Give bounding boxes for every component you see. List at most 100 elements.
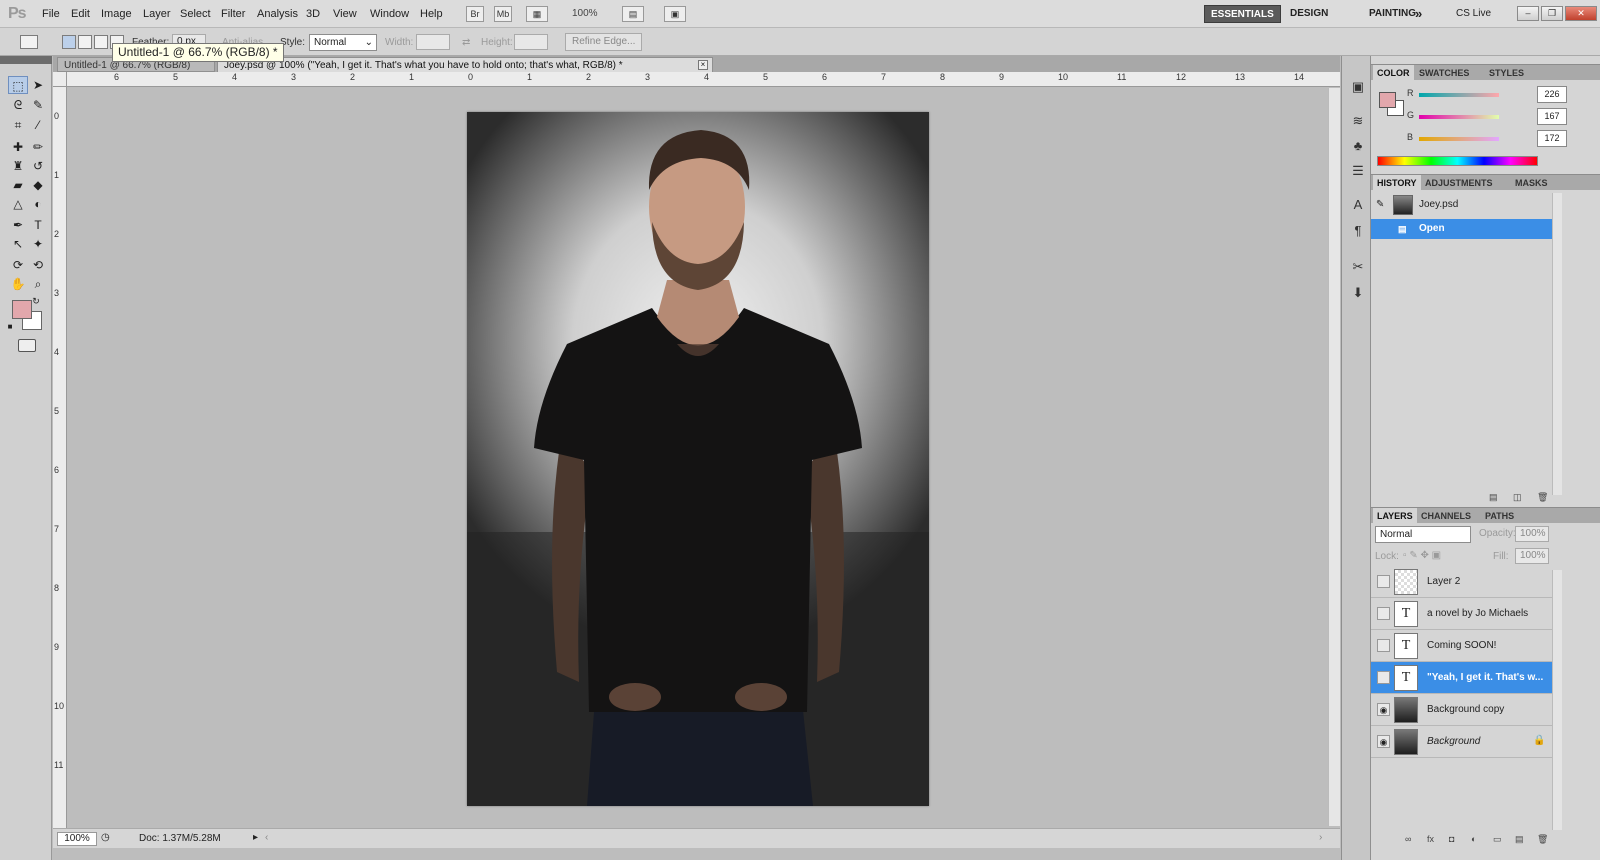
path-selection-tool-icon[interactable]: ↖ xyxy=(8,235,28,253)
visibility-toggle[interactable] xyxy=(1377,639,1390,652)
layer-row[interactable]: T Coming SOON! xyxy=(1371,630,1552,662)
visibility-toggle[interactable] xyxy=(1377,671,1390,684)
swap-dimensions-icon[interactable]: ⇄ xyxy=(462,37,470,48)
link-layers-icon[interactable]: ∞ xyxy=(1405,834,1411,844)
view-extras-icon[interactable]: ▦ xyxy=(526,6,548,22)
tab-color[interactable]: COLOR xyxy=(1373,65,1414,81)
screen-mode-icon[interactable]: ▣ xyxy=(664,6,686,22)
blue-track[interactable] xyxy=(1419,137,1499,141)
notes-icon[interactable]: ⬇ xyxy=(1349,284,1367,302)
tab-masks[interactable]: MASKS xyxy=(1511,175,1552,191)
new-group-icon[interactable]: ▭ xyxy=(1493,834,1502,845)
tab-styles[interactable]: STYLES xyxy=(1485,65,1528,81)
layer-row[interactable]: T "Yeah, I get it. That's w... xyxy=(1371,662,1552,694)
menu-layer[interactable]: Layer xyxy=(143,8,171,20)
tab-history[interactable]: HISTORY xyxy=(1373,175,1421,191)
quick-mask-button[interactable] xyxy=(18,339,36,352)
style-select[interactable]: Normal ⌄ xyxy=(309,34,377,51)
layer-row[interactable]: Layer 2 xyxy=(1371,566,1552,598)
launch-bridge-button[interactable]: Br xyxy=(466,6,484,22)
lock-pixels-icon[interactable]: ▫ ✎ ✥ ▣ xyxy=(1403,550,1441,561)
tools-3d-icon[interactable]: ✂ xyxy=(1349,258,1367,276)
3d-rotate-tool-icon[interactable]: ⟳ xyxy=(8,256,28,274)
crop-tool-icon[interactable]: ⌗ xyxy=(8,116,28,134)
status-menu-arrow-icon[interactable]: ▸ xyxy=(253,832,258,843)
delete-layer-icon[interactable]: 🗑 xyxy=(1537,834,1548,845)
foreground-color-swatch[interactable] xyxy=(12,300,32,319)
scroll-left-arrow-icon[interactable]: ‹ xyxy=(265,832,268,843)
history-brush-tool-icon[interactable]: ↺ xyxy=(28,157,48,175)
default-colors-icon[interactable]: ■ xyxy=(4,318,16,336)
layer-row[interactable]: T a novel by Jo Michaels xyxy=(1371,598,1552,630)
rectangular-marquee-tool-icon[interactable]: ⬚ xyxy=(8,76,28,94)
tab-adjustments[interactable]: ADJUSTMENTS xyxy=(1421,175,1497,191)
new-snapshot-icon[interactable]: ◫ xyxy=(1513,492,1522,503)
red-slider[interactable]: R 226 xyxy=(1407,86,1597,104)
brush-tool-icon[interactable]: ✏ xyxy=(28,138,48,156)
add-mask-icon[interactable]: ◘ xyxy=(1449,834,1454,844)
green-track[interactable] xyxy=(1419,115,1499,119)
arrange-documents-icon[interactable]: ▤ xyxy=(622,6,644,22)
cs-live-button[interactable]: CS Live xyxy=(1450,5,1497,23)
refine-edge-button[interactable]: Refine Edge... xyxy=(565,33,643,51)
new-layer-icon[interactable]: ▤ xyxy=(1515,834,1524,845)
minimize-button[interactable]: – xyxy=(1517,6,1539,21)
menu-window[interactable]: Window xyxy=(370,8,409,20)
status-zoom-field[interactable]: 100% xyxy=(57,832,97,846)
opacity-input[interactable]: 100% xyxy=(1515,526,1549,542)
history-snapshot[interactable]: ✎ Joey.psd xyxy=(1371,193,1552,217)
history-scrollbar[interactable] xyxy=(1552,193,1562,495)
marquee-tool-preset-icon[interactable] xyxy=(20,35,38,49)
menu-edit[interactable]: Edit xyxy=(71,8,90,20)
move-tool-icon[interactable]: ➤ xyxy=(28,76,48,94)
tab-swatches[interactable]: SWATCHES xyxy=(1415,65,1473,81)
layer-row[interactable]: ◉ Background copy xyxy=(1371,694,1552,726)
dodge-tool-icon[interactable]: ◐ xyxy=(28,195,48,213)
blur-tool-icon[interactable]: △ xyxy=(8,195,28,213)
history-step-open[interactable]: ▤ Open xyxy=(1371,219,1552,239)
minibridge-panel-icon[interactable]: ▣ xyxy=(1349,78,1367,96)
healing-brush-tool-icon[interactable]: ✚ xyxy=(8,138,28,156)
eye-icon[interactable]: ◉ xyxy=(1377,703,1390,716)
scroll-right-arrow-icon[interactable]: › xyxy=(1319,832,1322,843)
pen-tool-icon[interactable]: ✒ xyxy=(8,216,28,234)
horizontal-ruler[interactable]: 6 5 4 3 2 1 0 1 2 3 4 5 6 7 8 9 10 11 12 13 14 xyxy=(67,72,1340,87)
fill-input[interactable]: 100% xyxy=(1515,548,1549,564)
lasso-tool-icon[interactable]: ᘓ xyxy=(8,96,28,114)
width-input[interactable] xyxy=(416,34,450,50)
workspace-essentials[interactable]: ESSENTIALS xyxy=(1204,5,1281,23)
ruler-origin[interactable] xyxy=(53,72,67,87)
menu-select[interactable]: Select xyxy=(180,8,211,20)
tab-joey-psd[interactable]: Joey.psd @ 100% ("Yeah, I get it. That's… xyxy=(217,57,713,72)
red-value-input[interactable]: 226 xyxy=(1537,86,1567,103)
paragraph-panel-icon[interactable]: ¶ xyxy=(1349,222,1367,240)
vertical-ruler[interactable]: 0 1 2 3 4 5 6 7 8 9 10 11 xyxy=(53,87,67,828)
height-input[interactable] xyxy=(514,34,548,50)
menu-file[interactable]: File xyxy=(42,8,60,20)
toolbox-header[interactable] xyxy=(0,56,52,64)
paint-bucket-tool-icon[interactable]: ◆ xyxy=(28,176,48,194)
zoom-tool-icon[interactable]: ⌕ xyxy=(28,275,48,293)
layers-scrollbar[interactable] xyxy=(1552,570,1562,830)
green-value-input[interactable]: 167 xyxy=(1537,108,1567,125)
adjustment-layer-icon[interactable]: ◐ xyxy=(1471,834,1476,844)
close-window-button[interactable]: ✕ xyxy=(1565,6,1597,21)
3d-orbit-tool-icon[interactable]: ⟲ xyxy=(28,256,48,274)
type-tool-icon[interactable]: T xyxy=(28,216,48,234)
subtract-selection-icon[interactable] xyxy=(94,35,108,49)
close-icon[interactable]: × xyxy=(698,60,708,70)
eraser-tool-icon[interactable]: ▰ xyxy=(8,176,28,194)
tab-layers[interactable]: LAYERS xyxy=(1373,508,1417,524)
green-slider[interactable]: G 167 xyxy=(1407,108,1597,126)
status-icon[interactable]: ◷ xyxy=(101,832,110,843)
tab-paths[interactable]: PATHS xyxy=(1481,508,1518,524)
add-to-selection-icon[interactable] xyxy=(78,35,92,49)
brush-presets-icon[interactable]: ≋ xyxy=(1349,112,1367,130)
canvas-area[interactable] xyxy=(68,88,1328,826)
character-panel-icon[interactable]: A xyxy=(1349,196,1367,214)
color-panel-foreground-swatch[interactable] xyxy=(1379,92,1396,108)
clone-source-icon[interactable]: ♣ xyxy=(1349,137,1367,155)
blue-slider[interactable]: B 172 xyxy=(1407,130,1597,148)
tab-channels[interactable]: CHANNELS xyxy=(1417,508,1475,524)
menu-3d[interactable]: 3D xyxy=(306,8,320,20)
